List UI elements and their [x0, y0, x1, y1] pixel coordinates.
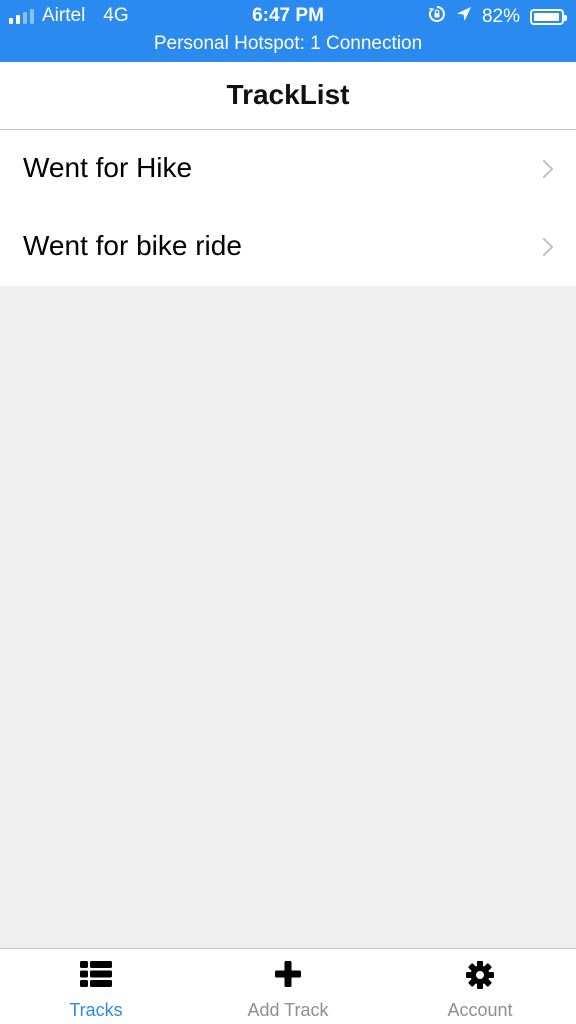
location-arrow-icon [456, 6, 472, 28]
chevron-right-icon [542, 159, 554, 179]
tab-bar: Tracks Add Track Account [0, 948, 576, 1024]
list-item[interactable]: Went for Hike [0, 130, 576, 208]
tab-add-track[interactable]: Add Track [192, 949, 384, 1024]
list-item[interactable]: Went for bike ride [0, 208, 576, 286]
track-list: Went for Hike Went for bike ride [0, 130, 576, 286]
battery-percent: 82% [481, 6, 520, 27]
battery-icon [530, 9, 567, 25]
orientation-lock-icon [428, 5, 446, 29]
tab-label: Account [447, 1000, 513, 1020]
tab-tracks[interactable]: Tracks [0, 949, 192, 1024]
list-item-label: Went for bike ride [23, 230, 242, 261]
status-bar-row: Airtel 4G 6:47 PM 82% [0, 0, 576, 32]
tab-account[interactable]: Account [384, 949, 576, 1024]
tab-label: Add Track [247, 1000, 329, 1020]
plus-icon [275, 961, 301, 987]
list-item-label: Went for Hike [23, 152, 193, 183]
tab-label: Tracks [69, 1000, 123, 1020]
status-bar: Airtel 4G 6:47 PM 82% Personal Hotspot: … [0, 0, 576, 62]
list-icon [80, 961, 112, 987]
status-bar-right: 82% [428, 5, 567, 29]
screen: Airtel 4G 6:47 PM 82% Personal Hotspot: … [0, 0, 576, 1024]
page-title: TrackList [226, 79, 350, 110]
navigation-bar: TrackList [0, 62, 576, 130]
hotspot-banner[interactable]: Personal Hotspot: 1 Connection [0, 33, 576, 55]
gear-icon [466, 961, 494, 989]
chevron-right-icon [542, 237, 554, 257]
